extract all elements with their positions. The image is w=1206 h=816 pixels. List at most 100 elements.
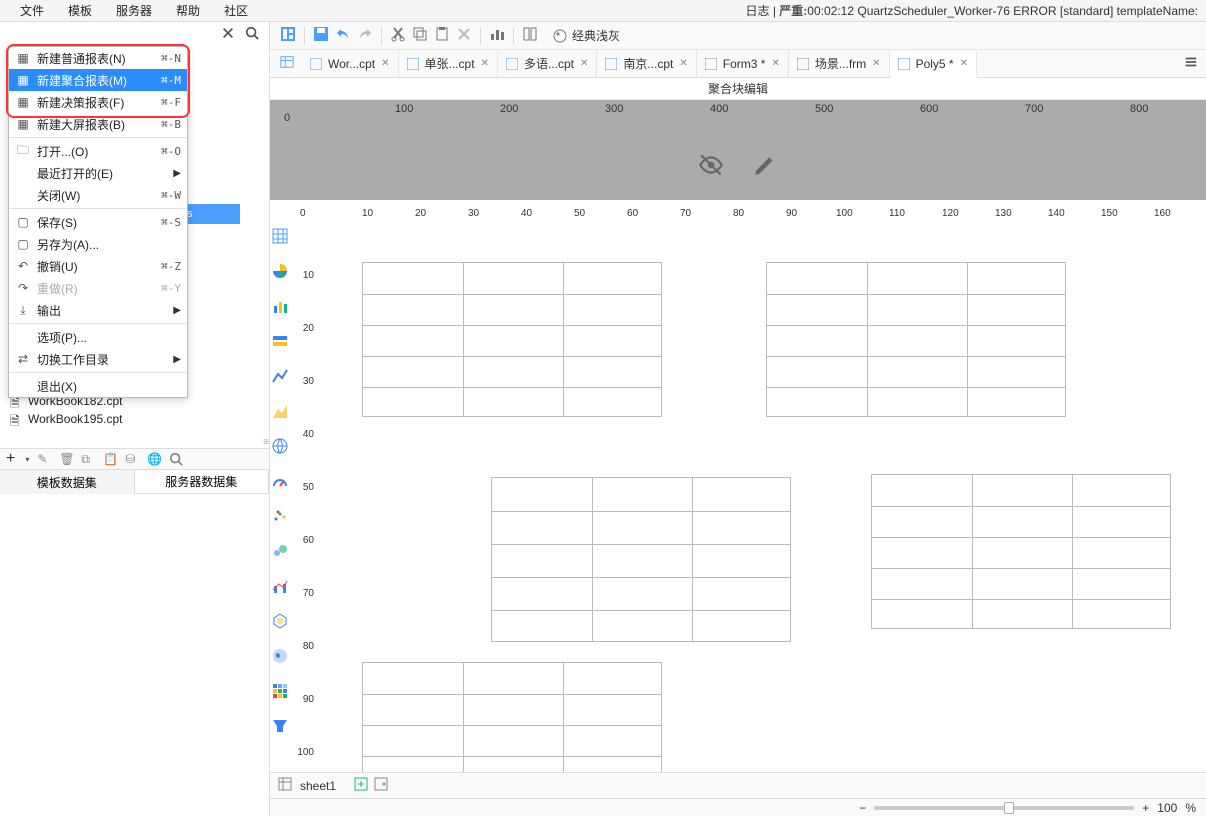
menu-new-poly-report[interactable]: ▦新建聚合报表(M)⌘-M xyxy=(9,69,187,91)
edit-icon[interactable]: ✎ xyxy=(37,452,51,466)
grid-icon: ▦ xyxy=(15,95,31,109)
globe-icon[interactable]: 🌐 xyxy=(147,452,161,466)
add-sheet-icon[interactable] xyxy=(354,777,368,794)
menu-new-normal-report[interactable]: ▦新建普通报表(N)⌘-N xyxy=(9,47,187,69)
ruler-tick: 20 xyxy=(415,208,426,219)
bar-chart-icon[interactable] xyxy=(272,298,288,317)
poly-block[interactable] xyxy=(766,262,1066,417)
bubble-icon[interactable] xyxy=(272,543,288,562)
column-icon[interactable] xyxy=(522,26,538,45)
tab-template-dataset[interactable]: 模板数据集 xyxy=(0,470,135,494)
theme-selector[interactable]: 经典浅灰 xyxy=(552,27,620,44)
menu-undo[interactable]: ↶撤销(U)⌘-Z xyxy=(9,255,187,277)
close-icon[interactable]: ✕ xyxy=(481,58,489,69)
menu-export[interactable]: ⤓输出▶ xyxy=(9,299,187,321)
menu-new-dashboard-report[interactable]: ▦新建大屏报表(B)⌘-B xyxy=(9,113,187,135)
zoom-in-button[interactable]: + xyxy=(1142,801,1149,815)
copy-icon[interactable] xyxy=(412,26,428,45)
poly-block[interactable] xyxy=(362,262,662,417)
close-icon[interactable]: ✕ xyxy=(580,58,588,69)
doc-tab[interactable]: Form3 *✕ xyxy=(697,50,789,77)
close-icon[interactable]: ✕ xyxy=(381,58,389,69)
funnel-icon[interactable] xyxy=(272,718,288,737)
menu-save[interactable]: ▢保存(S)⌘-S xyxy=(9,211,187,233)
doc-tab[interactable]: Wor...cpt✕ xyxy=(302,50,399,77)
chevron-down-icon[interactable]: ▾ xyxy=(25,455,29,464)
edit-pencil-icon[interactable] xyxy=(752,152,778,181)
search-icon[interactable] xyxy=(169,452,183,466)
radar-icon[interactable] xyxy=(272,613,288,632)
menu-help[interactable]: 帮助 xyxy=(164,0,212,21)
form-icon xyxy=(797,58,809,70)
poly-block[interactable] xyxy=(871,474,1171,629)
menu-template[interactable]: 模板 xyxy=(56,0,104,21)
menu-file[interactable]: 文件 xyxy=(8,0,56,21)
doc-tab-active[interactable]: Poly5 *✕ xyxy=(890,51,977,78)
paste-icon[interactable]: 📋 xyxy=(103,452,117,466)
menu-new-decision-report[interactable]: ▦新建决策报表(F)⌘-F xyxy=(9,91,187,113)
zoom-out-button[interactable]: − xyxy=(859,801,866,815)
cut-icon[interactable] xyxy=(390,26,406,45)
sheet-tab[interactable]: sheet1 xyxy=(300,779,336,793)
design-canvas[interactable] xyxy=(316,222,1206,772)
redo-icon[interactable] xyxy=(357,26,373,45)
save-icon[interactable] xyxy=(313,26,329,45)
zoom-slider[interactable] xyxy=(874,806,1134,810)
chart-icon[interactable] xyxy=(489,26,505,45)
paste-icon[interactable] xyxy=(434,26,450,45)
tab-mode-icon[interactable] xyxy=(280,55,294,72)
pie-chart-icon[interactable] xyxy=(272,263,288,282)
menu-save-as[interactable]: ▢另存为(A)... xyxy=(9,233,187,255)
line-chart-icon[interactable] xyxy=(272,368,288,387)
close-icon[interactable] xyxy=(221,26,235,43)
add-button[interactable]: + xyxy=(6,450,15,468)
add-poly-sheet-icon[interactable] xyxy=(374,777,388,794)
clear-icon[interactable] xyxy=(456,26,472,45)
menu-recent[interactable]: 最近打开的(E)▶ xyxy=(9,162,187,184)
map-icon[interactable] xyxy=(272,648,288,667)
menu-exit[interactable]: 退出(X) xyxy=(9,375,187,397)
doc-tab[interactable]: 南京...cpt✕ xyxy=(597,50,696,77)
doc-tab[interactable]: 多语...cpt✕ xyxy=(498,50,597,77)
db-icon[interactable]: ⛁ xyxy=(125,452,139,466)
close-icon[interactable]: ✕ xyxy=(679,58,687,69)
doc-tab[interactable]: 单张...cpt✕ xyxy=(399,50,498,77)
stacked-bar-icon[interactable] xyxy=(272,333,288,352)
copy-icon[interactable]: ⧉ xyxy=(81,452,95,466)
drag-handle-icon[interactable]: ≡ xyxy=(263,437,269,448)
search-icon[interactable] xyxy=(245,26,259,43)
visibility-off-icon[interactable] xyxy=(698,152,724,181)
close-icon[interactable]: ✕ xyxy=(960,58,968,69)
poly-block[interactable] xyxy=(491,477,791,642)
tree-selected-item[interactable]: /s xyxy=(180,204,240,224)
menu-server[interactable]: 服务器 xyxy=(104,0,164,21)
menu-options[interactable]: 选项(P)... xyxy=(9,326,187,348)
file-item[interactable]: 🗎WorkBook195.cpt xyxy=(10,410,259,428)
delete-icon[interactable]: 🗑 xyxy=(59,452,73,466)
layout-icon[interactable] xyxy=(280,26,296,45)
globe-icon[interactable] xyxy=(272,438,288,457)
gauge-icon[interactable] xyxy=(272,473,288,492)
scatter-icon[interactable] xyxy=(272,508,288,527)
tab-server-dataset[interactable]: 服务器数据集 xyxy=(135,470,270,494)
doc-tab[interactable]: 场景...frm✕ xyxy=(789,50,890,77)
area-chart-icon[interactable] xyxy=(272,403,288,422)
ruler-tick: 50 xyxy=(303,482,314,493)
menu-close[interactable]: 关闭(W)⌘-W xyxy=(9,184,187,206)
menu-switch-workdir[interactable]: ⇄切换工作目录▶ xyxy=(9,348,187,370)
menu-community[interactable]: 社区 xyxy=(212,0,260,21)
column-line-icon[interactable] xyxy=(272,578,288,597)
poly-block[interactable] xyxy=(362,662,662,772)
close-icon[interactable]: ✕ xyxy=(771,58,779,69)
table-icon[interactable] xyxy=(272,228,288,247)
ruler-tick: 150 xyxy=(1101,208,1118,219)
heatmap-icon[interactable] xyxy=(272,683,288,702)
chevron-right-icon: ▶ xyxy=(173,305,181,316)
ws-ruler-zero: 0 xyxy=(300,208,306,219)
tab-overflow-button[interactable] xyxy=(1176,55,1206,72)
folder-icon: 🗀 xyxy=(15,141,31,162)
undo-icon[interactable] xyxy=(335,26,351,45)
menu-open[interactable]: 🗀打开...(O)⌘-O xyxy=(9,140,187,162)
close-icon[interactable]: ✕ xyxy=(872,58,880,69)
palette-icon xyxy=(552,28,568,44)
